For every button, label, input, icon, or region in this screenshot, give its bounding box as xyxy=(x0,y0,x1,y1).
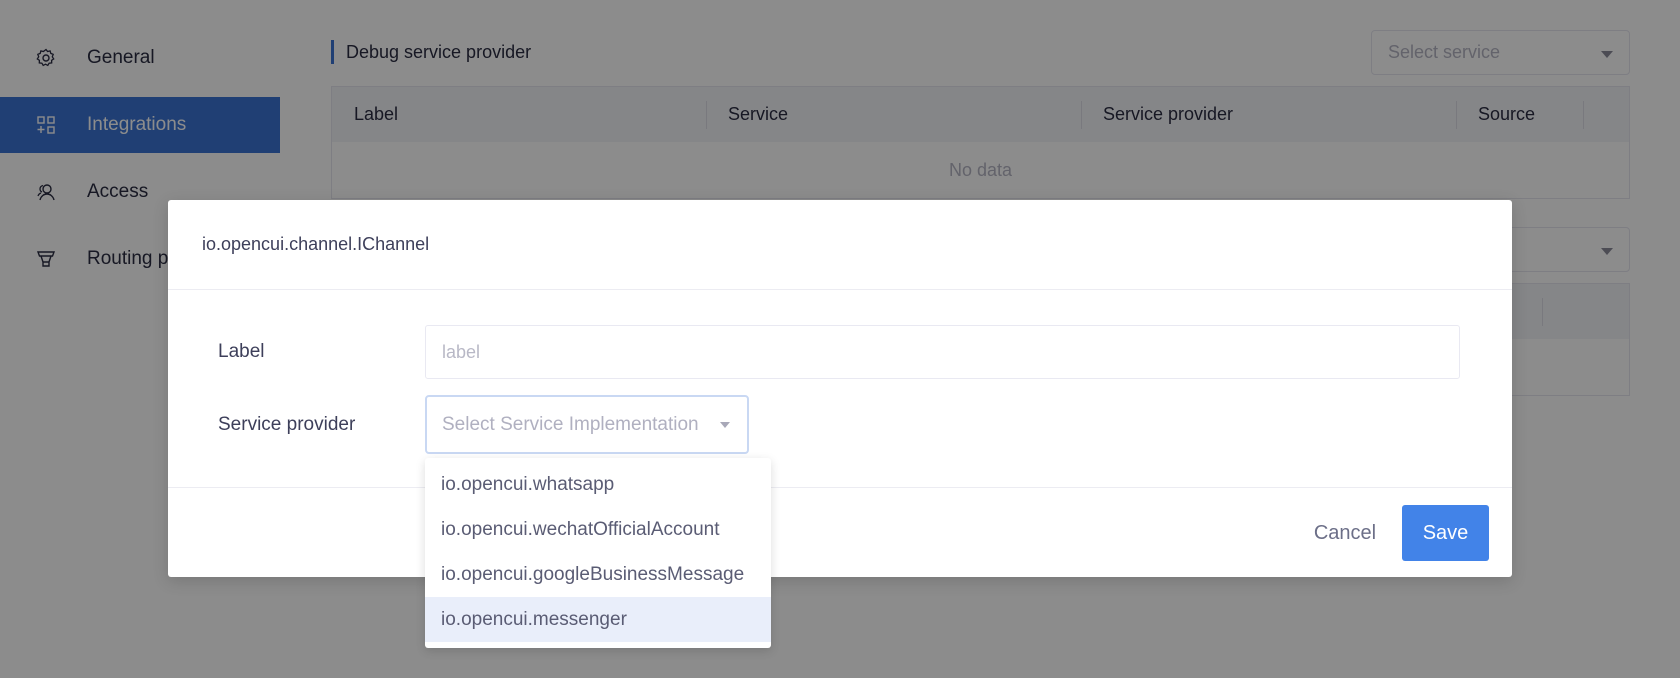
modal-header: io.opencui.channel.IChannel xyxy=(168,200,1512,290)
label-field-label: Label xyxy=(218,341,265,362)
label-input-placeholder: label xyxy=(442,342,481,362)
service-provider-placeholder: Select Service Implementation xyxy=(442,414,699,435)
dropdown-option-hovered[interactable]: io.opencui.messenger xyxy=(425,597,771,642)
cancel-button[interactable]: Cancel xyxy=(1293,505,1397,561)
chevron-down-icon xyxy=(720,422,730,428)
dropdown-option[interactable]: io.opencui.wechatOfficialAccount xyxy=(425,507,771,552)
save-button[interactable]: Save xyxy=(1402,505,1489,561)
dropdown-option[interactable]: io.opencui.whatsapp xyxy=(425,462,771,507)
service-provider-select[interactable]: Select Service Implementation xyxy=(425,395,749,454)
channel-modal: io.opencui.channel.IChannel Label label … xyxy=(168,200,1512,577)
dropdown-option[interactable]: io.opencui.googleBusinessMessage xyxy=(425,552,771,597)
footer-divider xyxy=(168,487,1512,488)
label-input[interactable]: label xyxy=(425,325,1460,379)
modal-title: io.opencui.channel.IChannel xyxy=(202,234,430,254)
service-provider-dropdown: io.opencui.whatsapp io.opencui.wechatOff… xyxy=(425,458,771,648)
service-provider-field-label: Service provider xyxy=(218,414,356,435)
